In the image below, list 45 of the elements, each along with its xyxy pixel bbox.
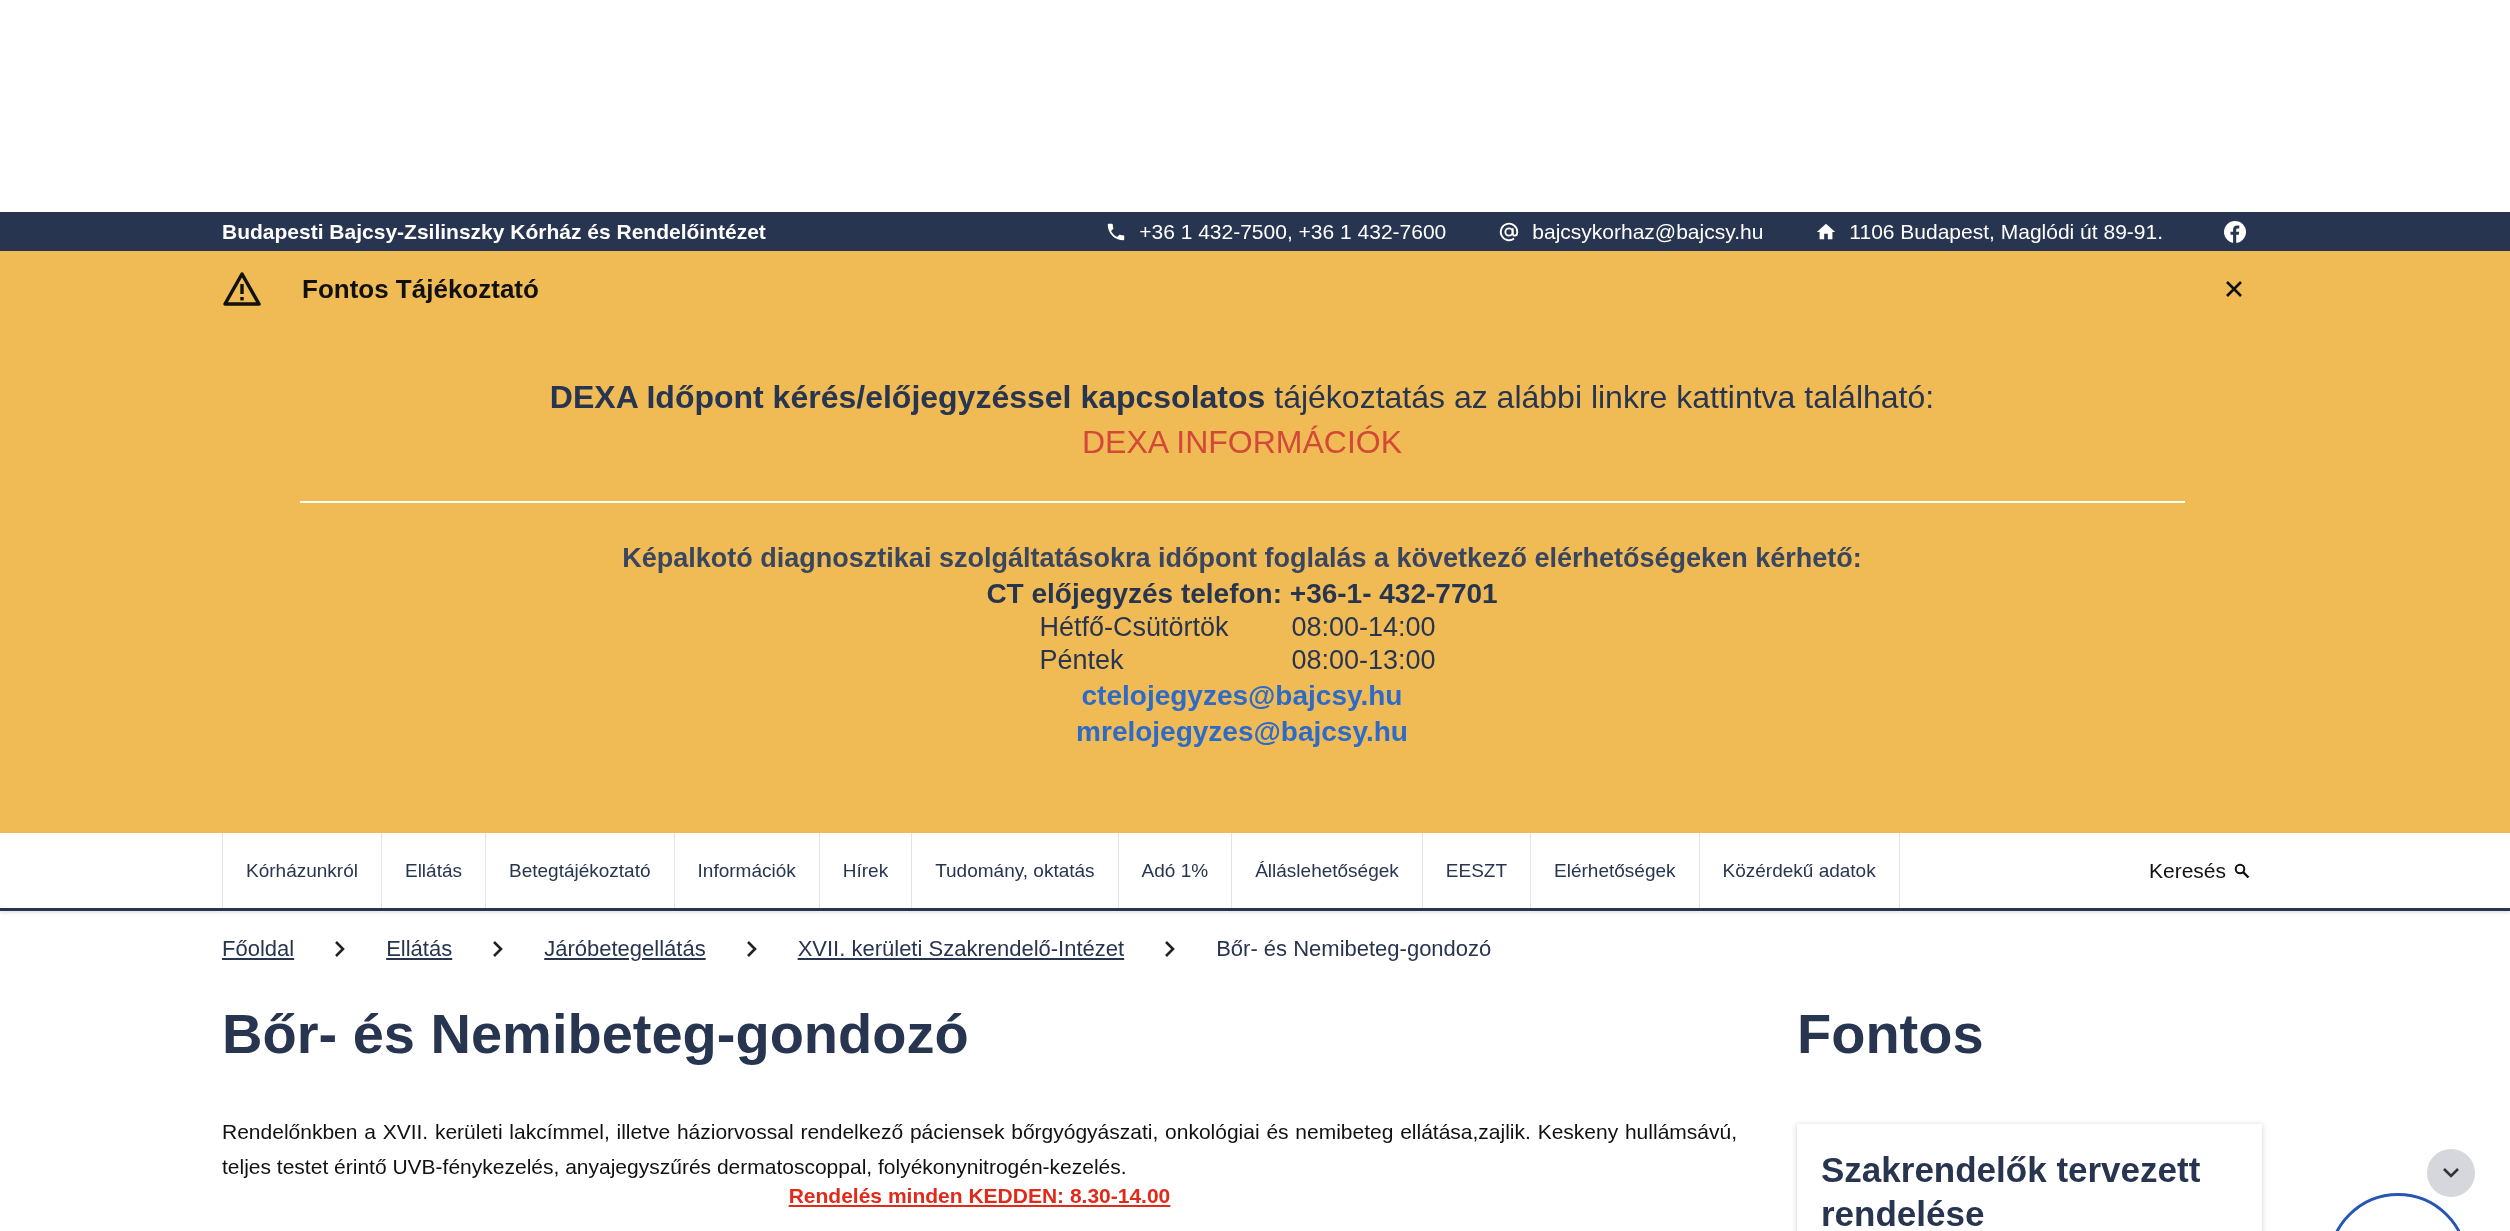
breadcrumb-link[interactable]: Járóbetegellátás bbox=[544, 936, 706, 962]
address: 1106 Budapest, Maglódi út 89-91. bbox=[1849, 219, 2163, 244]
chevron-right-icon bbox=[1164, 940, 1177, 958]
nav-link[interactable]: Közérdekű adatok bbox=[1699, 833, 1900, 908]
breadcrumb-link[interactable]: Ellátás bbox=[386, 936, 453, 962]
notice-title: Fontos Tájékoztató bbox=[302, 273, 540, 305]
notice-text: Képalkotó diagnosztikai szolgáltatásokra időpont foglalás a következő elérhetőségeken kérhető: bbox=[621, 543, 1863, 574]
description-text: Rendelőnkben a XVII. kerületi lakcímmel, illetve háziorvossal rendelkező páciensek bőrgyógyászati, onkológiai és nemibeteg ellátása,zajlik. Keskeny hullámsávú, teljes testet érintő UVB-fénykezelés, anyajegyszűrés dermatoscoppal, folyékonynitrogén-kezelés. bbox=[222, 1119, 1737, 1180]
facebook-icon[interactable] bbox=[2223, 219, 2247, 244]
breadcrumb-link[interactable]: Főoldal bbox=[222, 936, 295, 962]
nav-link[interactable]: Betegtájékoztató bbox=[486, 833, 675, 908]
search-icon bbox=[2234, 862, 2250, 879]
card-title: Szakrendelők tervezett rendelése bbox=[1821, 1149, 2202, 1231]
scroll-down-button[interactable] bbox=[2427, 1149, 2475, 1197]
nav-link[interactable]: Információk bbox=[674, 833, 820, 908]
sidebar-title: Fontos bbox=[1797, 1001, 1985, 1066]
nav-link[interactable]: Hírek bbox=[819, 833, 913, 908]
page-title: Bőr- és Nemibeteg-gondozó bbox=[222, 1001, 970, 1066]
at-sign-icon bbox=[1498, 220, 1521, 243]
schedule-link[interactable]: Rendelés minden KEDDEN: 8.30-14.00 bbox=[788, 1184, 1171, 1207]
phone-numbers: +36 1 432-7500, +36 1 432-7600 bbox=[1139, 219, 1447, 244]
nav-link[interactable]: Ellátás bbox=[381, 833, 486, 908]
chevron-right-icon bbox=[492, 940, 505, 958]
chevron-right-icon bbox=[334, 940, 347, 958]
nav-link[interactable]: Kórházunkról bbox=[223, 833, 382, 908]
nav-link[interactable]: Tudomány, oktatás bbox=[912, 833, 1119, 908]
opening-hours: 08:00-14:00 bbox=[1291, 612, 1437, 643]
nav-link[interactable]: Adó 1% bbox=[1118, 833, 1233, 908]
phone-line: CT előjegyzés telefon: +36-1- 432-7701 bbox=[985, 578, 1499, 610]
notice-headline: DEXA Időpont kérés/előjegyzéssel kapcsolatos tájékoztatás az alábbi linkre kattintva található: bbox=[548, 379, 1936, 416]
opening-days: Péntek bbox=[1039, 645, 1280, 676]
chevron-right-icon bbox=[745, 940, 758, 958]
breadcrumb-current: Bőr- és Nemibeteg-gondozó bbox=[1216, 936, 1492, 962]
search-button[interactable]: Keresés bbox=[2136, 858, 2262, 883]
chevron-down-icon bbox=[2442, 1167, 2460, 1179]
close-icon bbox=[2225, 280, 2243, 298]
opening-hours: 08:00-13:00 bbox=[1291, 645, 1437, 676]
warning-icon bbox=[222, 271, 262, 307]
nav-link[interactable]: Elérhetőségek bbox=[1531, 833, 1700, 908]
site-name: Budapesti Bajcsy-Zsilinszky Kórház és Rendelőintézet bbox=[222, 219, 766, 244]
nav-link[interactable]: EESZT bbox=[1422, 833, 1532, 908]
breadcrumb-link[interactable]: XVII. kerületi Szakrendelő-Intézet bbox=[797, 936, 1125, 962]
nav-link[interactable]: Álláslehetőségek bbox=[1232, 833, 1423, 908]
email-link[interactable]: bajcsykorhaz@bajcsy.hu bbox=[1532, 219, 1764, 244]
opening-days: Hétfő-Csütörtök bbox=[1039, 612, 1280, 643]
